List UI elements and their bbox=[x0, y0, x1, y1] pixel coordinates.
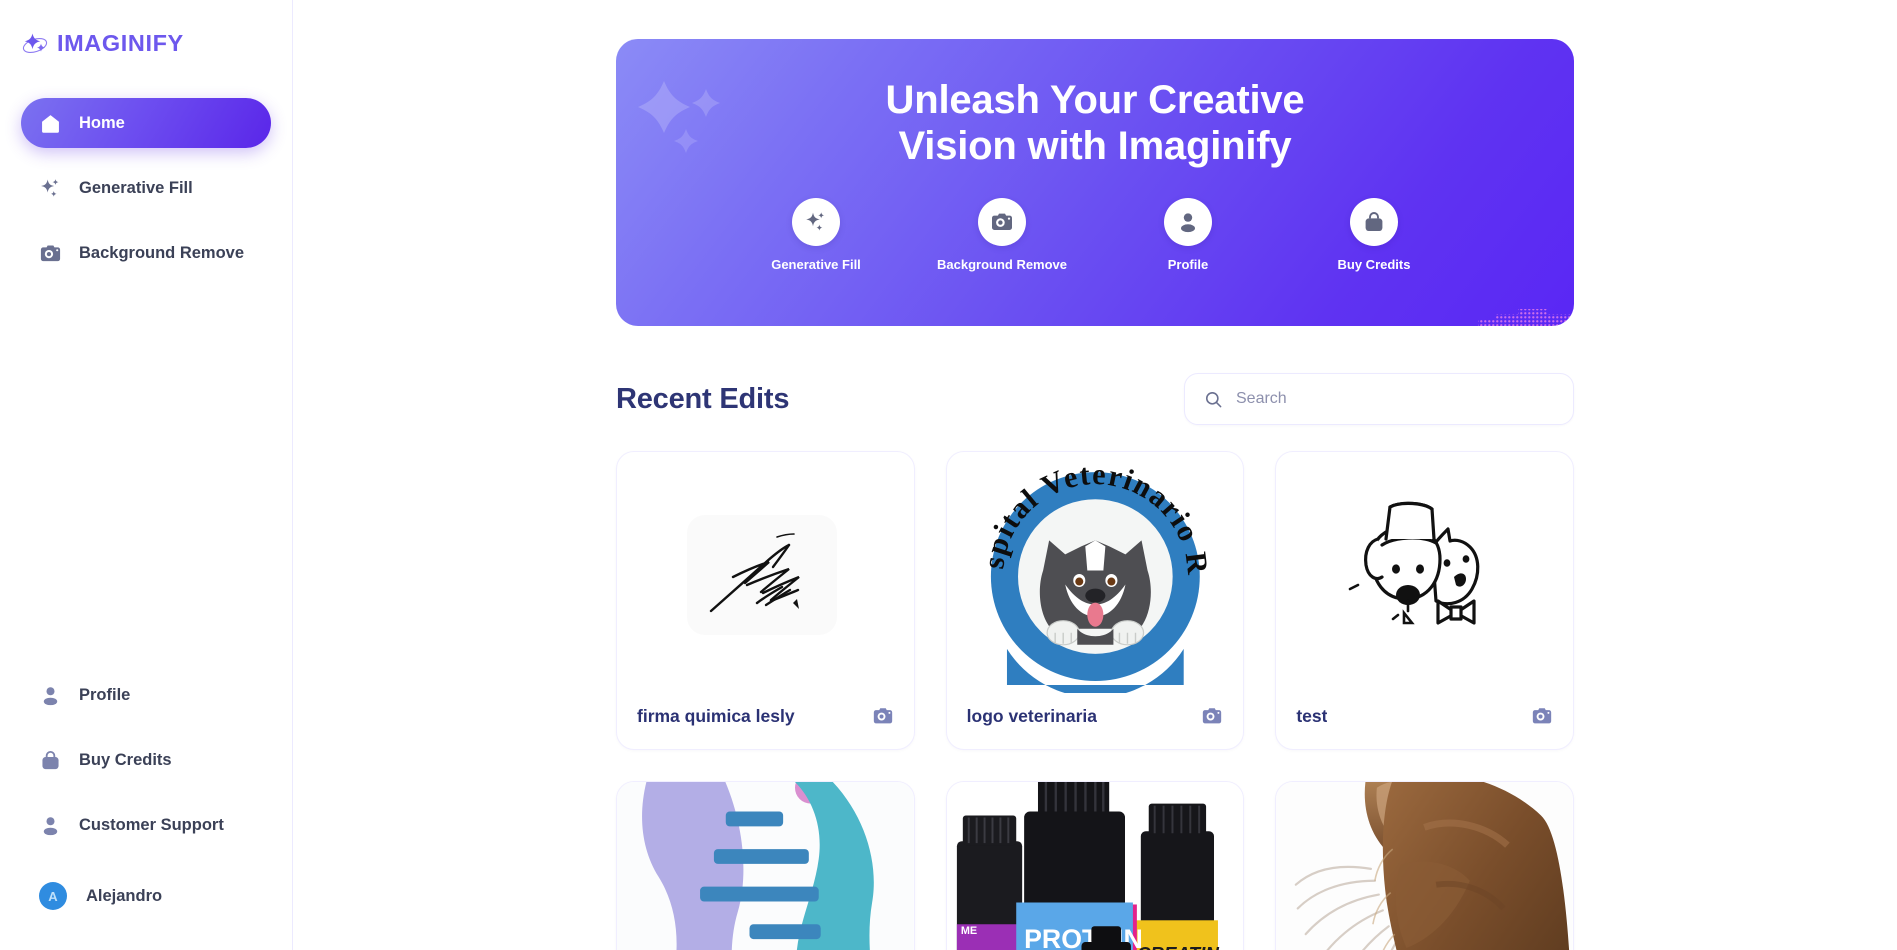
app-root: IMAGINIFY Home Generative Fill Backgroun… bbox=[0, 0, 1897, 950]
card-title: logo veterinaria bbox=[966, 705, 1097, 726]
dog-cat-sketch-image bbox=[1348, 501, 1480, 625]
recent-edits-grid-row-2: ME SS INER CREATIN DRIVE bbox=[616, 781, 1574, 950]
sidebar-item-customer-support-label: Customer Support bbox=[79, 815, 224, 834]
bag-icon bbox=[1350, 197, 1398, 246]
sidebar-item-background-remove-label: Background Remove bbox=[79, 243, 245, 262]
sidebar-item-home-label: Home bbox=[79, 113, 125, 132]
main-content: Unleash Your Creative Vision with Imagin… bbox=[293, 0, 1897, 950]
camera-icon[interactable] bbox=[872, 705, 894, 727]
card-media: ME SS INER CREATIN DRIVE bbox=[946, 782, 1244, 950]
faces-illustration-image bbox=[617, 782, 914, 950]
sparkles-icon bbox=[39, 177, 62, 200]
sidebar-item-buy-credits[interactable]: Buy Credits bbox=[21, 735, 271, 785]
card-footer: firma quimica lesly bbox=[617, 693, 914, 749]
sidebar-item-customer-support[interactable]: Customer Support bbox=[21, 800, 271, 850]
hero-action-buy-credits[interactable]: Buy Credits bbox=[1311, 197, 1437, 272]
camera-icon bbox=[978, 197, 1026, 246]
sidebar-item-profile-label: Profile bbox=[79, 685, 131, 704]
table-row[interactable] bbox=[1275, 781, 1574, 950]
card-title: test bbox=[1296, 705, 1328, 726]
svg-text:CREATIN: CREATIN bbox=[1137, 943, 1219, 950]
svg-text:ME: ME bbox=[961, 925, 977, 937]
sidebar-item-background-remove[interactable]: Background Remove bbox=[21, 228, 271, 278]
camera-icon[interactable] bbox=[1201, 705, 1223, 727]
sidebar-item-profile[interactable]: Profile bbox=[21, 670, 271, 720]
sidebar-user[interactable]: A Alejandro bbox=[21, 872, 271, 920]
table-row[interactable]: Hospital Veterinario Rob bbox=[945, 451, 1245, 750]
card-media bbox=[1276, 452, 1573, 693]
page-title: Recent Edits bbox=[616, 382, 790, 415]
hero-action-label: Background Remove bbox=[936, 256, 1068, 272]
user-icon bbox=[39, 684, 62, 707]
hero-action-label: Buy Credits bbox=[1337, 256, 1411, 272]
hero-title-line-2: Vision with Imaginify bbox=[898, 124, 1292, 169]
table-row[interactable]: ME SS INER CREATIN DRIVE bbox=[945, 781, 1245, 950]
bag-icon bbox=[39, 749, 62, 772]
search-icon bbox=[1205, 391, 1222, 407]
card-footer: logo veterinaria bbox=[947, 693, 1244, 749]
hero-action-background-remove[interactable]: Background Remove bbox=[936, 197, 1068, 272]
search-box[interactable] bbox=[1184, 373, 1574, 425]
card-media: Hospital Veterinario Rob bbox=[947, 452, 1244, 693]
cat-photo-image bbox=[1276, 782, 1573, 950]
sidebar-user-name: Alejandro bbox=[86, 886, 163, 905]
avatar: A bbox=[39, 882, 67, 910]
user-icon bbox=[39, 814, 62, 837]
search-input[interactable] bbox=[1236, 390, 1554, 408]
sidebar-item-generative-fill-label: Generative Fill bbox=[79, 178, 193, 197]
hero-action-list: Generative Fill Background Remove Profil… bbox=[753, 197, 1437, 272]
sidebar-nav-secondary: Profile Buy Credits Customer Support A A… bbox=[0, 670, 292, 920]
card-title: firma quimica lesly bbox=[637, 705, 795, 726]
home-icon bbox=[39, 112, 62, 135]
recent-edits-header: Recent Edits bbox=[616, 373, 1574, 425]
card-media bbox=[617, 782, 914, 950]
sidebar-item-home[interactable]: Home bbox=[21, 98, 271, 148]
vet-logo-image: Hospital Veterinario Rob bbox=[962, 452, 1213, 693]
sidebar-item-generative-fill[interactable]: Generative Fill bbox=[21, 163, 271, 213]
table-row[interactable] bbox=[616, 781, 915, 950]
hero-action-label: Profile bbox=[1167, 256, 1209, 272]
hero-action-profile[interactable]: Profile bbox=[1125, 197, 1251, 272]
signature-image bbox=[687, 514, 838, 635]
hero-title: Unleash Your Creative Vision with Imagin… bbox=[886, 77, 1305, 170]
table-row[interactable]: test bbox=[1275, 451, 1574, 750]
card-footer: test bbox=[1276, 693, 1573, 749]
app-logo[interactable]: IMAGINIFY bbox=[0, 22, 292, 66]
decorative-dots-pattern bbox=[1478, 309, 1574, 326]
card-media bbox=[1276, 782, 1573, 950]
table-row[interactable]: firma quimica lesly bbox=[616, 451, 915, 750]
user-icon bbox=[1164, 197, 1212, 246]
sidebar-nav-primary: Home Generative Fill Background Remove bbox=[0, 98, 292, 293]
card-media bbox=[617, 452, 914, 693]
camera-icon bbox=[39, 242, 62, 265]
hero-action-label: Generative Fill bbox=[771, 256, 861, 272]
hero-banner: Unleash Your Creative Vision with Imagin… bbox=[616, 39, 1574, 326]
hero-action-generative-fill[interactable]: Generative Fill bbox=[753, 197, 879, 272]
decorative-sparkles-icon bbox=[638, 81, 720, 153]
hero-title-line-1: Unleash Your Creative bbox=[885, 78, 1305, 122]
recent-edits-grid-row-1: firma quimica lesly spital Veterinario R… bbox=[616, 451, 1574, 750]
sparkles-icon bbox=[792, 197, 840, 246]
app-logo-text: IMAGINIFY bbox=[57, 30, 184, 57]
sparkle-logo-icon bbox=[22, 33, 48, 54]
sidebar: IMAGINIFY Home Generative Fill Backgroun… bbox=[0, 0, 293, 950]
camera-icon[interactable] bbox=[1531, 705, 1553, 727]
sidebar-item-buy-credits-label: Buy Credits bbox=[79, 750, 172, 769]
supplements-image: ME SS INER CREATIN DRIVE bbox=[946, 782, 1244, 950]
